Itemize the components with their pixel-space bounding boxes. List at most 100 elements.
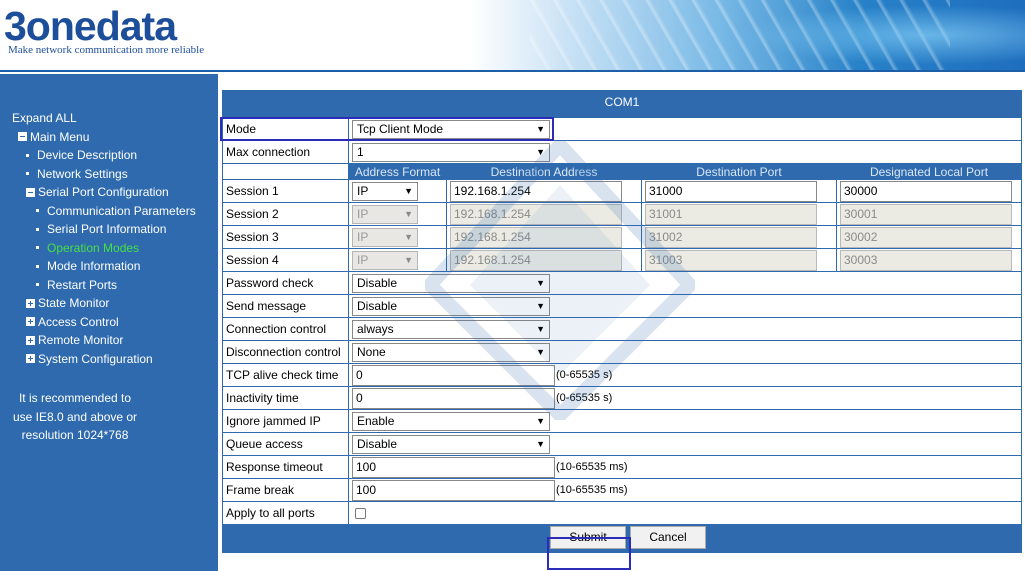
nav-label: Remote Monitor — [38, 333, 124, 347]
nav-label: Communication Parameters — [47, 203, 196, 218]
nav-tree: Expand ALL Main Menu Device Description … — [12, 109, 196, 368]
nav-item-remote-monitor[interactable]: Remote Monitor — [12, 331, 196, 350]
nav-item-serial-port-configuration[interactable]: Serial Port Configuration — [12, 183, 196, 202]
local-port-cell: 30002 — [836, 225, 1022, 249]
nav-main-menu[interactable]: Main Menu — [12, 128, 196, 147]
bullet-icon — [36, 227, 39, 231]
table-row: Session 2 IP 192.168.1.254 31001 30001 — [222, 202, 1022, 226]
recommend-line: use IE8.0 and above or — [12, 409, 138, 424]
expand-icon[interactable] — [26, 335, 35, 345]
response-timeout-label: Response timeout — [222, 455, 349, 479]
logo: 3onedata — [4, 3, 177, 49]
nav-label: Access Control — [38, 314, 119, 329]
collapse-icon[interactable] — [26, 187, 35, 197]
frame-break-input[interactable]: 100 — [352, 479, 555, 501]
apply-all-checkbox[interactable] — [355, 508, 366, 520]
destination-address-input[interactable]: 192.168.1.254 — [450, 203, 622, 225]
destination-port-input[interactable]: 31003 — [645, 249, 817, 271]
tcp-alive-input[interactable]: 0 — [352, 364, 555, 386]
password-check-cell: Disable — [348, 271, 1022, 295]
collapse-icon[interactable] — [18, 132, 27, 142]
nav-item-device-description[interactable]: Device Description — [12, 146, 196, 165]
destination-port-input[interactable]: 31000 — [645, 180, 817, 202]
tcp-alive-row: TCP alive check time 0 (0-65535 s) — [222, 363, 1022, 387]
port-cell: 31003 — [641, 248, 837, 272]
disconnection-control-select[interactable]: None — [352, 342, 550, 362]
expand-icon[interactable] — [26, 317, 35, 327]
session-header-row: Address Format Destination Address Desti… — [222, 163, 1022, 180]
connection-control-select[interactable]: always — [352, 319, 550, 339]
frame-break-cell: 100 (10-65535 ms) — [348, 478, 1022, 502]
cancel-button[interactable]: Cancel — [630, 526, 706, 549]
send-message-select[interactable]: Disable — [352, 296, 550, 316]
nav-label: Network Settings — [37, 166, 128, 181]
address-format-select[interactable]: IP — [352, 227, 418, 247]
inactivity-label: Inactivity time — [222, 386, 349, 410]
nav-item-operation-modes[interactable]: Operation Modes — [12, 239, 196, 258]
password-check-row: Password check Disable — [222, 271, 1022, 295]
bullet-icon — [36, 209, 39, 213]
tcp-alive-hint: (0-65535 s) — [556, 369, 613, 381]
format-cell: IP — [348, 179, 447, 203]
connection-control-row: Connection control always — [222, 317, 1022, 341]
expand-icon[interactable] — [26, 298, 35, 308]
local-port-input[interactable]: 30002 — [840, 226, 1012, 248]
mode-select[interactable]: Tcp Client Mode — [352, 119, 550, 139]
local-port-cell: 30001 — [836, 202, 1022, 226]
bullet-icon — [36, 283, 39, 287]
nav-main-menu-label: Main Menu — [30, 129, 90, 144]
address-format-select[interactable]: IP — [352, 204, 418, 224]
nav-item-mode-information[interactable]: Mode Information — [12, 257, 196, 276]
session-label: Session 2 — [222, 202, 349, 226]
max-connection-select[interactable]: 1 — [352, 142, 550, 162]
inactivity-input[interactable]: 0 — [352, 387, 555, 409]
address-format-select[interactable]: IP — [352, 181, 418, 201]
password-check-select[interactable]: Disable — [352, 273, 550, 293]
table-row: Session 4 IP 192.168.1.254 31003 30003 — [222, 248, 1022, 272]
format-cell: IP — [348, 248, 447, 272]
local-port-input[interactable]: 30000 — [840, 180, 1012, 202]
destination-address-input[interactable]: 192.168.1.254 — [450, 249, 622, 271]
nav-item-restart-ports[interactable]: Restart Ports — [12, 276, 196, 295]
expand-icon[interactable] — [26, 354, 35, 364]
connection-control-cell: always — [348, 317, 1022, 341]
com-settings-table: Mode Tcp Client Mode Max connection 1 Ad… — [222, 117, 1022, 525]
destination-port-input[interactable]: 31001 — [645, 203, 817, 225]
disconnection-control-label: Disconnection control — [222, 340, 349, 364]
nav-item-system-configuration[interactable]: System Configuration — [12, 350, 196, 369]
tagline: Make network communication more reliable — [8, 44, 205, 56]
local-port-cell: 30003 — [836, 248, 1022, 272]
max-connection-cell: 1 — [348, 140, 1022, 164]
tcp-alive-cell: 0 (0-65535 s) — [348, 363, 1022, 387]
header-banner — [470, 0, 1025, 72]
nav-label: System Configuration — [38, 351, 153, 366]
submit-button[interactable]: Submit — [550, 526, 626, 549]
destination-address-input[interactable]: 192.168.1.254 — [450, 180, 622, 202]
response-timeout-input[interactable]: 100 — [352, 456, 555, 478]
col-designated-local-port: Designated Local Port — [836, 163, 1022, 180]
address-cell: 192.168.1.254 — [446, 248, 642, 272]
destination-address-input[interactable]: 192.168.1.254 — [450, 226, 622, 248]
nav-item-communication-parameters[interactable]: Communication Parameters — [12, 202, 196, 221]
address-format-select[interactable]: IP — [352, 250, 418, 270]
inactivity-hint: (0-65535 s) — [556, 392, 613, 404]
local-port-input[interactable]: 30001 — [840, 203, 1012, 225]
frame-break-hint: (10-65535 ms) — [556, 484, 628, 496]
expand-all-link[interactable]: Expand ALL — [12, 109, 196, 128]
nav-item-serial-port-information[interactable]: Serial Port Information — [12, 220, 196, 239]
nav-item-network-settings[interactable]: Network Settings — [12, 165, 196, 184]
mode-row: Mode Tcp Client Mode — [222, 117, 1022, 141]
local-port-input[interactable]: 30003 — [840, 249, 1012, 271]
destination-port-input[interactable]: 31002 — [645, 226, 817, 248]
recommend-line: It is recommended to — [18, 391, 132, 405]
apply-all-row: Apply to all ports — [222, 501, 1022, 525]
address-cell: 192.168.1.254 — [446, 179, 642, 203]
connection-control-label: Connection control — [222, 317, 349, 341]
nav-item-state-monitor[interactable]: State Monitor — [12, 294, 196, 313]
nav-item-access-control[interactable]: Access Control — [12, 313, 196, 332]
disconnection-control-cell: None — [348, 340, 1022, 364]
address-cell: 192.168.1.254 — [446, 202, 642, 226]
header-divider — [0, 70, 1025, 72]
queue-access-select[interactable]: Disable — [352, 434, 550, 454]
ignore-jammed-select[interactable]: Enable — [352, 411, 550, 431]
